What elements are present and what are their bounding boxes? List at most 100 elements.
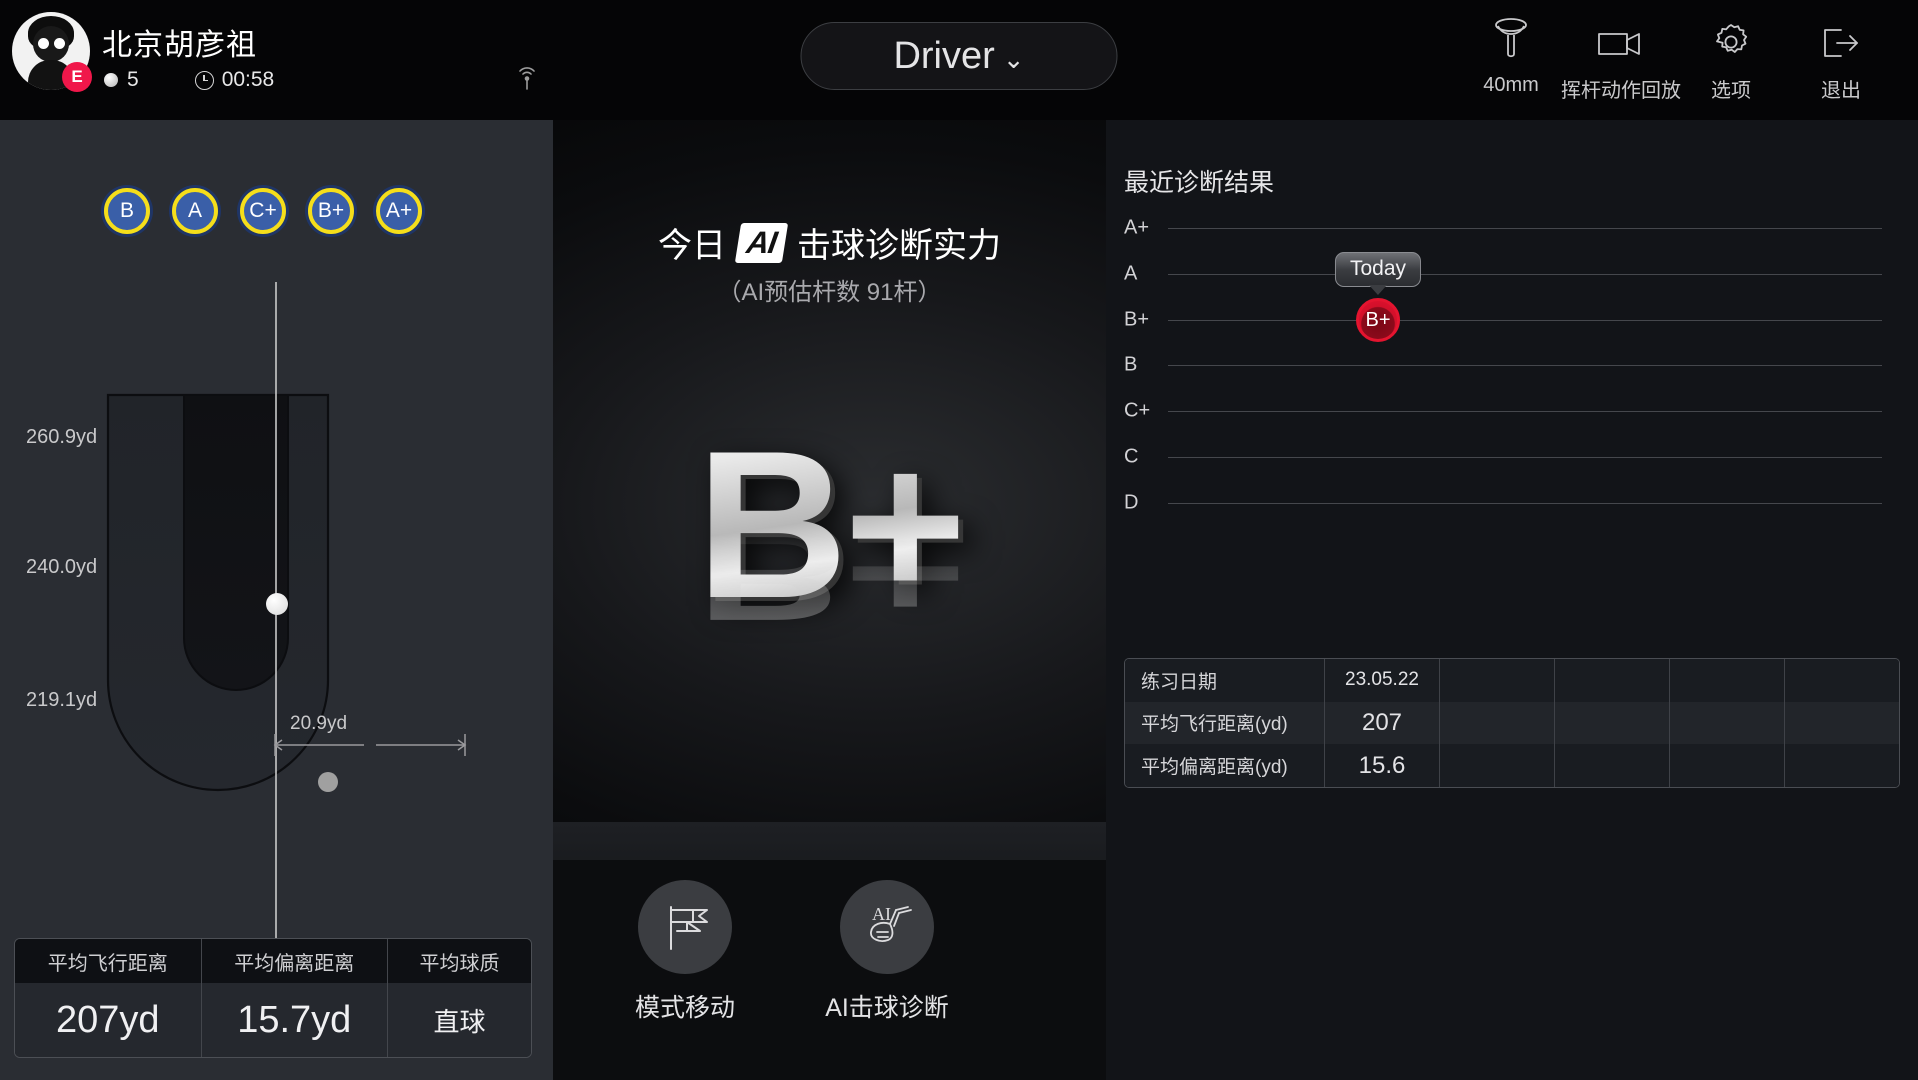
tool-tee-size-label: 40mm bbox=[1483, 74, 1539, 96]
action-ai-diagnosis[interactable]: AI AI击球诊断 bbox=[807, 880, 967, 1024]
ai-title-suffix: 击球诊断实力 bbox=[797, 227, 1001, 265]
ai-title-prefix: 今日 bbox=[658, 227, 726, 265]
top-bar: E 北京胡彦祖 5 00:58 Driver ⌄ 40mm 挥杆动作回放 选项 … bbox=[0, 0, 1918, 120]
chart-gridline bbox=[1168, 365, 1882, 366]
avatar[interactable]: E bbox=[12, 12, 92, 92]
action-ai-diagnosis-label: AI击球诊断 bbox=[825, 994, 949, 1022]
chart-y-tick: A+ bbox=[1124, 216, 1150, 239]
chart-y-tick: C bbox=[1124, 445, 1139, 468]
table-cell: 23.05.22 bbox=[1325, 659, 1440, 702]
today-tooltip: Today bbox=[1334, 252, 1422, 287]
ai-grade-panel: 今日 AI 击球诊断实力 （AI预估杆数 91杆） B+ B+ bbox=[553, 120, 1106, 860]
table-cell bbox=[1785, 659, 1899, 702]
broadcast-icon bbox=[512, 66, 542, 99]
table-cell bbox=[1670, 744, 1785, 787]
stat-value: 直球 bbox=[388, 983, 531, 1057]
table-cell bbox=[1440, 659, 1555, 702]
tool-exit-label: 退出 bbox=[1821, 80, 1861, 102]
camera-icon bbox=[1594, 10, 1648, 64]
tee-icon bbox=[1488, 10, 1534, 64]
ai-logo-icon: AI bbox=[734, 222, 789, 263]
svg-text:AI: AI bbox=[872, 904, 891, 924]
chart-point-today[interactable]: B+ bbox=[1356, 298, 1400, 342]
chart-y-tick: C+ bbox=[1124, 399, 1151, 422]
toolbar: 40mm 挥杆动作回放 选项 退出 bbox=[1456, 10, 1896, 103]
table-cell bbox=[1440, 701, 1555, 745]
action-bar: 模式移动 AI AI击球诊断 bbox=[553, 860, 1106, 1080]
table-cell bbox=[1555, 701, 1670, 745]
table-cell bbox=[1440, 744, 1555, 787]
lateral-distance-label: 20.9yd bbox=[290, 713, 348, 734]
ai-panel-title: 今日 AI 击球诊断实力 bbox=[553, 218, 1106, 267]
stat-header: 平均飞行距离 bbox=[15, 939, 201, 983]
tool-exit[interactable]: 退出 bbox=[1786, 10, 1896, 103]
chart-gridline bbox=[1168, 457, 1882, 458]
club-selector-label: Driver bbox=[893, 34, 995, 77]
chart-y-tick: D bbox=[1124, 491, 1139, 514]
chart-gridline bbox=[1168, 320, 1882, 321]
stat-header: 平均偏离距离 bbox=[201, 939, 387, 983]
grade-floor bbox=[553, 822, 1106, 860]
grade-history-chart[interactable]: A+ A B+ B C+ C D Today B+ bbox=[1106, 216, 1918, 640]
tool-swing-replay[interactable]: 挥杆动作回放 bbox=[1561, 10, 1681, 103]
table-cell bbox=[1555, 659, 1670, 702]
chart-y-tick: A bbox=[1124, 262, 1138, 285]
chart-gridline bbox=[1168, 274, 1882, 275]
session-meta: 5 00:58 bbox=[104, 68, 274, 92]
table-cell bbox=[1670, 701, 1785, 745]
table-row: 练习日期 23.05.22 bbox=[1125, 659, 1899, 702]
shot-dispersion-map[interactable]: 260.9yd 240.0yd 219.1yd 20.9yd bbox=[0, 120, 553, 1002]
tool-tee-size[interactable]: 40mm bbox=[1456, 10, 1566, 103]
stat-column-quality: 平均球质 直球 bbox=[388, 939, 531, 1057]
shot-marker-previous[interactable] bbox=[318, 772, 338, 792]
club-selector-button[interactable]: Driver ⌄ bbox=[800, 22, 1118, 90]
golf-ball-icon bbox=[104, 73, 118, 87]
history-table: 练习日期 23.05.22 平均飞行距离(yd) 207 平均偏离距离(yd) … bbox=[1124, 658, 1900, 788]
timer-group: 00:58 bbox=[194, 68, 275, 92]
app-root: E 北京胡彦祖 5 00:58 Driver ⌄ 40mm 挥杆动作回放 选项 … bbox=[0, 0, 1918, 1080]
table-row-label: 练习日期 bbox=[1125, 659, 1325, 702]
exit-icon bbox=[1817, 10, 1865, 64]
ball-count-group: 5 bbox=[104, 68, 139, 92]
distance-label-mid: 240.0yd bbox=[26, 556, 98, 578]
table-row-label: 平均飞行距离(yd) bbox=[1125, 701, 1325, 745]
ai-club-icon: AI bbox=[840, 880, 934, 974]
shot-stats-table: 平均飞行距离 207yd 平均偏离距离 15.7yd 平均球质 直球 bbox=[14, 938, 532, 1058]
gear-icon bbox=[1709, 10, 1753, 64]
stat-column-carry: 平均飞行距离 207yd bbox=[15, 939, 202, 1057]
tool-options-label: 选项 bbox=[1711, 80, 1751, 102]
flag-icon bbox=[638, 880, 732, 974]
chart-gridline bbox=[1168, 411, 1882, 412]
shot-panel: B A C+ B+ A+ 260.9yd 240.0yd 219.1yd 20.… bbox=[0, 120, 553, 1080]
timer-value: 00:58 bbox=[221, 68, 275, 91]
tool-options[interactable]: 选项 bbox=[1676, 10, 1786, 103]
action-move-mode[interactable]: 模式移动 bbox=[605, 880, 765, 1024]
chart-y-tick: B bbox=[1124, 353, 1138, 376]
table-row-label: 平均偏离距离(yd) bbox=[1125, 744, 1325, 787]
table-row: 平均偏离距离(yd) 15.6 bbox=[1125, 744, 1899, 787]
user-name: 北京胡彦祖 bbox=[102, 29, 257, 62]
recent-results-title: 最近诊断结果 bbox=[1124, 169, 1275, 197]
table-cell bbox=[1785, 702, 1899, 745]
chart-gridline bbox=[1168, 228, 1882, 229]
table-cell bbox=[1785, 744, 1899, 787]
action-move-mode-label: 模式移动 bbox=[634, 994, 735, 1022]
stat-column-offline: 平均偏离距离 15.7yd bbox=[201, 939, 388, 1057]
table-cell: 15.6 bbox=[1325, 744, 1440, 787]
distance-label-max: 260.9yd bbox=[26, 426, 98, 448]
tool-swing-replay-label: 挥杆动作回放 bbox=[1561, 80, 1681, 102]
clock-icon bbox=[194, 70, 214, 90]
ai-panel-subtitle: （AI预估杆数 91杆） bbox=[717, 279, 942, 306]
distance-label-min: 219.1yd bbox=[26, 689, 98, 711]
table-cell bbox=[1670, 659, 1785, 702]
ai-grade-reflection: B+ bbox=[553, 502, 1106, 648]
recent-results-panel: 最近诊断结果 A+ A B+ B C+ C D Today B+ 练习日期 23… bbox=[1106, 120, 1918, 1080]
shot-marker-current[interactable] bbox=[266, 593, 288, 615]
stat-header: 平均球质 bbox=[388, 939, 531, 983]
level-badge: E bbox=[62, 62, 92, 92]
table-row: 平均飞行距离(yd) 207 bbox=[1125, 701, 1899, 745]
stat-value: 207yd bbox=[15, 983, 201, 1057]
stat-value: 15.7yd bbox=[201, 983, 387, 1057]
table-cell bbox=[1555, 744, 1670, 787]
chevron-down-icon: ⌄ bbox=[1002, 43, 1025, 74]
